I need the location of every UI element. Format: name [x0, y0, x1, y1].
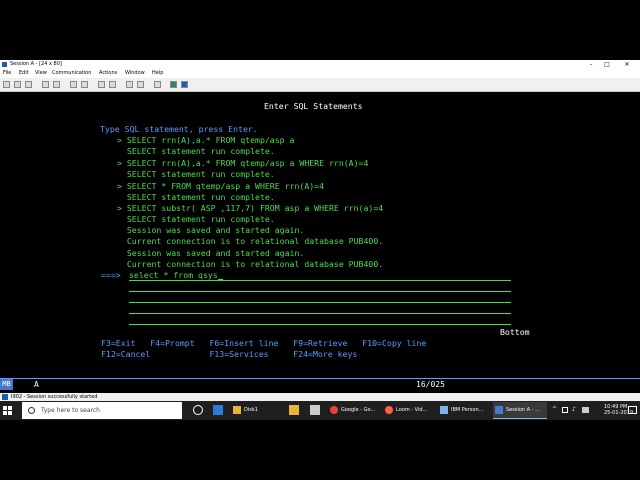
send-icon[interactable] — [42, 81, 49, 88]
taskbar-app-label: Disk1 — [244, 407, 258, 413]
input-underline[interactable] — [129, 302, 511, 303]
cortana-icon[interactable] — [193, 405, 203, 415]
taskbar-app-label: Loom - Vid... — [396, 407, 428, 413]
sql-input-value[interactable]: select * from qsys — [129, 270, 218, 280]
status-bar: I902 - Session successfully started — [0, 393, 640, 401]
window-title: Session A - [24 x 80] — [10, 61, 62, 67]
macro-record-icon[interactable] — [109, 81, 116, 88]
chevron-up-icon[interactable]: ^ — [552, 406, 557, 413]
menu-bar: File Edit View Communication Actions Win… — [0, 69, 640, 78]
status-message: I902 - Session successfully started — [11, 394, 98, 400]
status-icon — [2, 394, 8, 400]
ibm-icon — [440, 406, 448, 414]
session-app-icon — [2, 62, 7, 67]
history-line: > SELECT * FROM qtemp/asp a WHERE rrn(A)… — [117, 181, 325, 191]
history-line: SELECT statement run complete. — [117, 146, 275, 156]
folder-icon — [233, 406, 241, 414]
taskbar-search-input[interactable]: Type here to search — [22, 402, 182, 419]
start-button[interactable] — [3, 406, 12, 415]
history-line: Current connection is to relational data… — [117, 259, 384, 269]
search-placeholder: Type here to search — [41, 407, 100, 414]
input-underline[interactable] — [129, 280, 511, 281]
menu-actions[interactable]: Actions — [99, 69, 117, 78]
edge-icon[interactable] — [213, 405, 223, 415]
bottom-indicator: Bottom — [500, 327, 530, 337]
taskbar-app-label: IBM Person... — [451, 407, 484, 413]
session-icon — [495, 406, 503, 414]
keyboard-tray-icon[interactable] — [582, 407, 589, 413]
menu-edit[interactable]: Edit — [19, 69, 29, 78]
keyboard-icon[interactable] — [81, 81, 88, 88]
history-line: SELECT statement run complete. — [117, 214, 275, 224]
paste-icon[interactable] — [25, 81, 32, 88]
menu-view[interactable]: View — [35, 69, 47, 78]
session-indicator: A — [34, 380, 39, 389]
color-icon[interactable] — [98, 81, 105, 88]
macro-play-icon[interactable] — [126, 81, 133, 88]
taskbar: Type here to search Disk1 Google - Go...… — [0, 401, 640, 420]
close-button[interactable]: ✕ — [620, 60, 634, 69]
taskbar-app-ibm[interactable]: IBM Person... — [438, 402, 490, 419]
receive-icon[interactable] — [53, 81, 60, 88]
taskbar-app-chrome[interactable]: Google - Go... — [328, 402, 380, 419]
mail-icon[interactable] — [310, 405, 320, 415]
menu-communication[interactable]: Communication — [52, 69, 91, 78]
print-icon[interactable] — [3, 81, 10, 88]
cursor-position: 16/025 — [416, 380, 445, 389]
active-indicator — [493, 418, 547, 419]
operator-info-area: MB A 16/025 — [0, 378, 640, 390]
notifications-icon[interactable] — [628, 406, 637, 414]
function-keys-row2: F12=Cancel F13=Services F24=More keys — [101, 349, 358, 359]
input-underline[interactable] — [129, 324, 511, 325]
history-line: > SELECT rrn(A),a.* FROM qtemp/asp a WHE… — [117, 158, 369, 168]
menu-file[interactable]: File — [3, 69, 11, 78]
terminal-screen[interactable]: Enter SQL Statements Type SQL statement,… — [0, 92, 640, 378]
macro-stop-icon[interactable] — [137, 81, 144, 88]
display-icon[interactable] — [70, 81, 77, 88]
chrome-icon — [330, 406, 338, 414]
volume-icon[interactable]: ♪ — [572, 406, 576, 413]
connect-icon[interactable] — [170, 81, 177, 88]
network-icon[interactable] — [562, 407, 568, 413]
emulator-window: Session A - [24 x 80] – □ ✕ File Edit Vi… — [0, 60, 640, 420]
history-line: Current connection is to relational data… — [117, 236, 384, 246]
history-line: > SELECT rrn(A),a.* FROM qtemp/asp a — [117, 135, 295, 145]
taskbar-app-label: Session A - ... — [506, 407, 540, 413]
history-line: SELECT statement run complete. — [117, 192, 275, 202]
loom-icon — [385, 406, 393, 414]
title-bar: Session A - [24 x 80] – □ ✕ — [0, 60, 640, 69]
menu-window[interactable]: Window — [125, 69, 145, 78]
settings-icon[interactable] — [154, 81, 161, 88]
command-prompt: ===> — [101, 270, 121, 280]
taskbar-app-disk1[interactable]: Disk1 — [231, 402, 286, 419]
function-keys-row1: F3=Exit F4=Prompt F6=Insert line F9=Retr… — [101, 338, 427, 348]
message-indicator: MB — [0, 379, 13, 390]
sql-input-field[interactable]: select * from qsys — [129, 270, 223, 280]
copy-icon[interactable] — [14, 81, 21, 88]
history-line: > SELECT substr( ASP ,117,7) FROM asp a … — [117, 203, 384, 213]
history-line: SELECT statement run complete. — [117, 169, 275, 179]
toolbar — [0, 78, 640, 92]
search-icon — [28, 407, 35, 414]
input-underline[interactable] — [129, 313, 511, 314]
menu-help[interactable]: Help — [152, 69, 163, 78]
instruction-text: Type SQL statement, press Enter. — [100, 124, 258, 134]
help-icon[interactable] — [181, 81, 188, 88]
store-icon[interactable] — [289, 405, 299, 415]
history-line: Session was saved and started again. — [117, 248, 305, 258]
screen-heading: Enter SQL Statements — [264, 101, 363, 111]
taskbar-app-label: Google - Go... — [341, 407, 376, 413]
minimize-button[interactable]: – — [584, 60, 598, 69]
history-line: Session was saved and started again. — [117, 225, 305, 235]
maximize-button[interactable]: □ — [600, 60, 614, 69]
taskbar-app-session-a[interactable]: Session A - ... — [493, 402, 547, 419]
input-underline[interactable] — [129, 291, 511, 292]
taskbar-app-loom[interactable]: Loom - Vid... — [383, 402, 435, 419]
